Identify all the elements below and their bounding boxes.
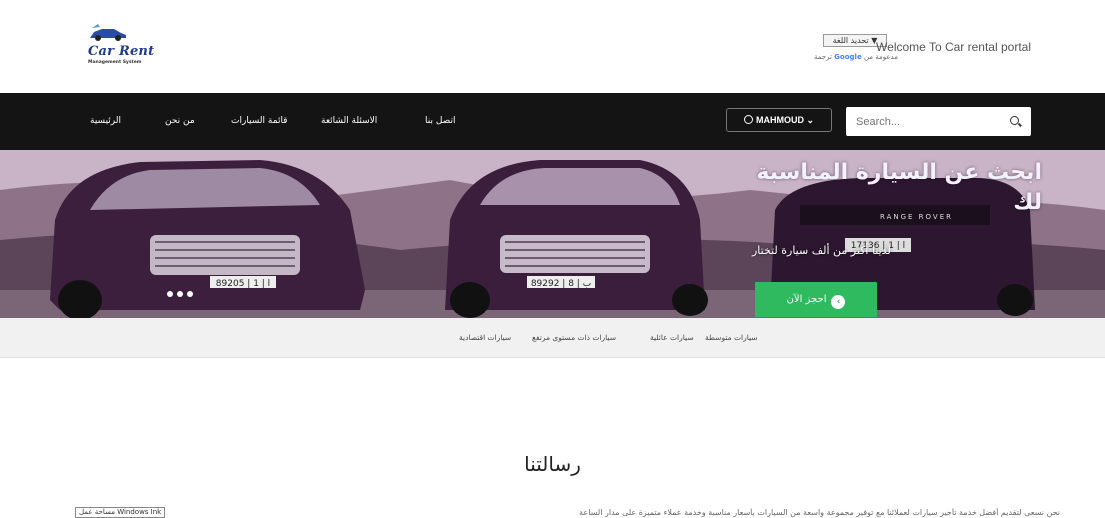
brand-tagline: Management System bbox=[88, 60, 142, 65]
windows-ink-tag[interactable]: مساحة عمل Windows Ink bbox=[75, 507, 166, 518]
google-translate-credit[interactable]: ترجمة Google مدعومة من bbox=[814, 53, 898, 61]
category-family-cars[interactable]: سيارات عائلية bbox=[650, 333, 694, 342]
translate-powered: مدعومة من bbox=[863, 53, 898, 61]
user-icon bbox=[743, 115, 753, 124]
search-box bbox=[846, 107, 1031, 136]
chevron-down-icon: ⌄ bbox=[806, 115, 815, 125]
top-header: Car Rent Management System تحديد اللغة ▼… bbox=[0, 0, 1105, 93]
nav-item-about[interactable]: من نحن bbox=[165, 116, 195, 126]
site-logo[interactable]: Car Rent Management System bbox=[80, 22, 160, 68]
plate-1-text: 89205 | ا | 1 bbox=[216, 279, 270, 289]
category-bar: سيارات متوسطة سيارات عائلية سيارات ذات م… bbox=[0, 318, 1105, 358]
user-menu-button[interactable]: MAHMOUD ⌄ bbox=[726, 108, 832, 132]
user-name: MAHMOUD bbox=[755, 115, 804, 125]
hero-title: ابحث عن السيارة المناسبة لك bbox=[756, 160, 1042, 215]
plate-2-text: 89292 | ب | 8 bbox=[531, 279, 591, 289]
nav-item-faq[interactable]: الاسئلة الشائعة bbox=[321, 116, 377, 126]
category-mid-cars[interactable]: سيارات متوسطة bbox=[705, 333, 758, 342]
category-premium-cars[interactable]: سيارات ذات مستوى مرتفع bbox=[532, 333, 616, 342]
book-now-button[interactable]: › احجز الآن bbox=[755, 282, 877, 317]
mission-body: نحن نسعى لتقديم أفضل خدمة تأجير سيارات ل… bbox=[579, 508, 1060, 517]
brand-name: Car Rent bbox=[88, 44, 155, 59]
car-logo-icon bbox=[90, 24, 126, 41]
search-input[interactable] bbox=[856, 113, 996, 130]
hero-subtitle: لدينا أكثر من ألف سيارة لتختار bbox=[752, 244, 891, 257]
nav-item-car-list[interactable]: قائمة السيارات bbox=[231, 116, 288, 126]
translate-label: ترجمة bbox=[814, 53, 832, 61]
welcome-text: Welcome To Car rental portal bbox=[876, 40, 1031, 54]
mission-title: رسالتنا bbox=[524, 452, 581, 476]
nav-item-home[interactable]: الرئيسية bbox=[90, 116, 121, 126]
search-icon[interactable] bbox=[1010, 116, 1019, 125]
category-economy-cars[interactable]: سيارات اقتصادية bbox=[459, 333, 511, 342]
book-now-label: احجز الآن bbox=[786, 294, 827, 305]
arrow-right-icon: › bbox=[831, 295, 846, 309]
nav-item-contact[interactable]: اتصل بنا bbox=[425, 116, 455, 126]
google-label: Google bbox=[834, 53, 862, 61]
